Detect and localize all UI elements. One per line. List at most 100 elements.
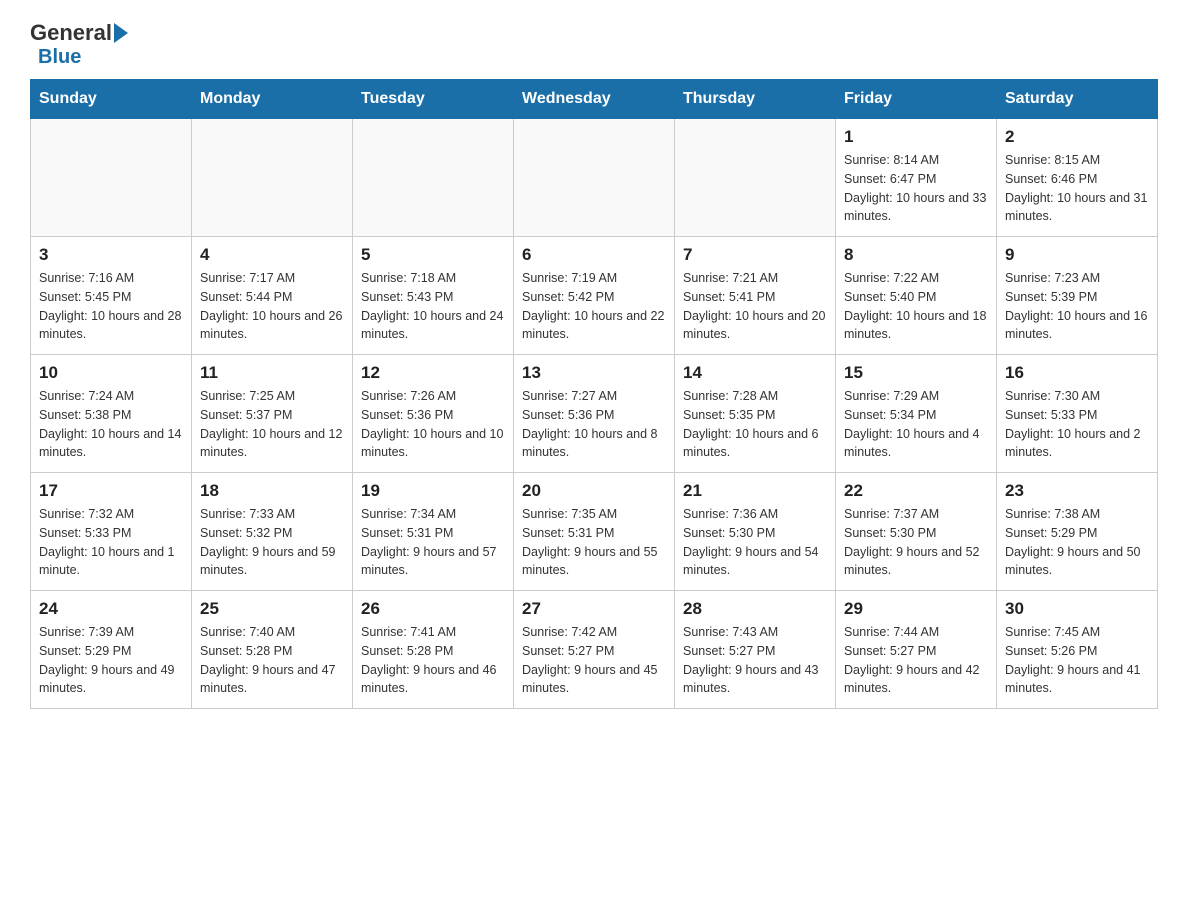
day-cell: 3 Sunrise: 7:16 AMSunset: 5:45 PMDaylight… [31,237,192,355]
day-info: Sunrise: 7:30 AMSunset: 5:33 PMDaylight:… [1005,387,1149,462]
day-number: 4 [200,245,344,265]
day-number: 13 [522,363,666,383]
day-cell: 5Sunrise: 7:18 AMSunset: 5:43 PMDaylight… [353,237,514,355]
day-info: Sunrise: 7:37 AMSunset: 5:30 PMDaylight:… [844,505,988,580]
day-cell: 1 Sunrise: 8:14 AMSunset: 6:47 PMDaylight… [836,119,997,237]
day-cell: 25Sunrise: 7:40 AMSunset: 5:28 PMDayligh… [192,591,353,709]
header-tuesday: Tuesday [353,80,514,119]
day-info: Sunrise: 7:41 AMSunset: 5:28 PMDaylight:… [361,623,505,698]
day-number: 18 [200,481,344,501]
logo-general: General [30,20,112,46]
logo-blue: Blue [38,46,81,68]
day-number: 12 [361,363,505,383]
day-info: Sunrise: 7:28 AMSunset: 5:35 PMDaylight:… [683,387,827,462]
week-row-3: 10 Sunrise: 7:24 AMSunset: 5:38 PMDayligh… [31,355,1158,473]
day-info: Sunrise: 7:26 AMSunset: 5:36 PMDaylight:… [361,387,505,462]
day-info: Sunrise: 8:14 AMSunset: 6:47 PMDaylight:… [844,151,988,226]
day-cell: 23 Sunrise: 7:38 AMSunset: 5:29 PMDayligh… [997,473,1158,591]
day-info: Sunrise: 7:19 AMSunset: 5:42 PMDaylight:… [522,269,666,344]
day-cell: 27Sunrise: 7:42 AMSunset: 5:27 PMDayligh… [514,591,675,709]
day-cell: 29 Sunrise: 7:44 AMSunset: 5:27 PMDayligh… [836,591,997,709]
day-info: Sunrise: 7:33 AMSunset: 5:32 PMDaylight:… [200,505,344,580]
day-cell: 20 Sunrise: 7:35 AMSunset: 5:31 PMDayligh… [514,473,675,591]
day-cell: 13 Sunrise: 7:27 AMSunset: 5:36 PMDayligh… [514,355,675,473]
day-cell: 30 Sunrise: 7:45 AMSunset: 5:26 PMDayligh… [997,591,1158,709]
day-info: Sunrise: 7:38 AMSunset: 5:29 PMDaylight:… [1005,505,1149,580]
day-number: 17 [39,481,183,501]
day-info: Sunrise: 7:44 AMSunset: 5:27 PMDaylight:… [844,623,988,698]
day-info: Sunrise: 7:35 AMSunset: 5:31 PMDaylight:… [522,505,666,580]
day-info: Sunrise: 7:24 AMSunset: 5:38 PMDaylight:… [39,387,183,462]
day-number: 30 [1005,599,1149,619]
day-info: Sunrise: 7:22 AMSunset: 5:40 PMDaylight:… [844,269,988,344]
day-info: Sunrise: 7:39 AMSunset: 5:29 PMDaylight:… [39,623,183,698]
day-info: Sunrise: 7:32 AMSunset: 5:33 PMDaylight:… [39,505,183,580]
day-number: 21 [683,481,827,501]
day-cell [514,119,675,237]
day-number: 3 [39,245,183,265]
day-number: 22 [844,481,988,501]
day-cell: 2Sunrise: 8:15 AMSunset: 6:46 PMDaylight… [997,119,1158,237]
day-info: Sunrise: 7:29 AMSunset: 5:34 PMDaylight:… [844,387,988,462]
day-cell: 12 Sunrise: 7:26 AMSunset: 5:36 PMDayligh… [353,355,514,473]
page-header: General Blue [30,20,1158,69]
day-cell: 28 Sunrise: 7:43 AMSunset: 5:27 PMDayligh… [675,591,836,709]
day-info: Sunrise: 7:21 AMSunset: 5:41 PMDaylight:… [683,269,827,344]
day-number: 25 [200,599,344,619]
day-number: 16 [1005,363,1149,383]
logo-arrow-icon [114,23,128,43]
day-cell: 26Sunrise: 7:41 AMSunset: 5:28 PMDayligh… [353,591,514,709]
day-cell: 4 Sunrise: 7:17 AMSunset: 5:44 PMDaylight… [192,237,353,355]
day-number: 5 [361,245,505,265]
calendar-table: Sunday Monday Tuesday Wednesday Thursday… [30,79,1158,709]
day-info: Sunrise: 7:16 AMSunset: 5:45 PMDaylight:… [39,269,183,344]
day-cell: 24 Sunrise: 7:39 AMSunset: 5:29 PMDayligh… [31,591,192,709]
logo-text: General [30,20,128,46]
day-cell [353,119,514,237]
day-cell: 18 Sunrise: 7:33 AMSunset: 5:32 PMDayligh… [192,473,353,591]
header-sunday: Sunday [31,80,192,119]
day-number: 28 [683,599,827,619]
day-cell: 17 Sunrise: 7:32 AMSunset: 5:33 PMDayligh… [31,473,192,591]
day-cell: 22 Sunrise: 7:37 AMSunset: 5:30 PMDayligh… [836,473,997,591]
day-cell: 8Sunrise: 7:22 AMSunset: 5:40 PMDaylight… [836,237,997,355]
day-number: 14 [683,363,827,383]
day-info: Sunrise: 7:36 AMSunset: 5:30 PMDaylight:… [683,505,827,580]
day-info: Sunrise: 7:17 AMSunset: 5:44 PMDaylight:… [200,269,344,344]
day-cell: 9 Sunrise: 7:23 AMSunset: 5:39 PMDaylight… [997,237,1158,355]
day-cell: 16 Sunrise: 7:30 AMSunset: 5:33 PMDayligh… [997,355,1158,473]
week-row-4: 17 Sunrise: 7:32 AMSunset: 5:33 PMDayligh… [31,473,1158,591]
day-number: 9 [1005,245,1149,265]
header-friday: Friday [836,80,997,119]
weekday-header-row: Sunday Monday Tuesday Wednesday Thursday… [31,80,1158,119]
day-number: 10 [39,363,183,383]
day-info: Sunrise: 8:15 AMSunset: 6:46 PMDaylight:… [1005,151,1149,226]
day-cell: 11Sunrise: 7:25 AMSunset: 5:37 PMDayligh… [192,355,353,473]
day-cell: 19 Sunrise: 7:34 AMSunset: 5:31 PMDayligh… [353,473,514,591]
day-cell [675,119,836,237]
day-number: 29 [844,599,988,619]
week-row-5: 24 Sunrise: 7:39 AMSunset: 5:29 PMDayligh… [31,591,1158,709]
week-row-2: 3 Sunrise: 7:16 AMSunset: 5:45 PMDaylight… [31,237,1158,355]
day-number: 24 [39,599,183,619]
header-monday: Monday [192,80,353,119]
day-cell: 14 Sunrise: 7:28 AMSunset: 5:35 PMDayligh… [675,355,836,473]
day-cell [31,119,192,237]
day-number: 11 [200,363,344,383]
day-info: Sunrise: 7:23 AMSunset: 5:39 PMDaylight:… [1005,269,1149,344]
day-info: Sunrise: 7:34 AMSunset: 5:31 PMDaylight:… [361,505,505,580]
day-cell: 15Sunrise: 7:29 AMSunset: 5:34 PMDayligh… [836,355,997,473]
day-cell: 10 Sunrise: 7:24 AMSunset: 5:38 PMDayligh… [31,355,192,473]
header-saturday: Saturday [997,80,1158,119]
day-cell: 6Sunrise: 7:19 AMSunset: 5:42 PMDaylight… [514,237,675,355]
day-info: Sunrise: 7:45 AMSunset: 5:26 PMDaylight:… [1005,623,1149,698]
day-number: 27 [522,599,666,619]
day-number: 20 [522,481,666,501]
day-cell: 21 Sunrise: 7:36 AMSunset: 5:30 PMDayligh… [675,473,836,591]
day-number: 19 [361,481,505,501]
day-info: Sunrise: 7:27 AMSunset: 5:36 PMDaylight:… [522,387,666,462]
day-number: 23 [1005,481,1149,501]
header-thursday: Thursday [675,80,836,119]
day-info: Sunrise: 7:43 AMSunset: 5:27 PMDaylight:… [683,623,827,698]
day-number: 1 [844,127,988,147]
